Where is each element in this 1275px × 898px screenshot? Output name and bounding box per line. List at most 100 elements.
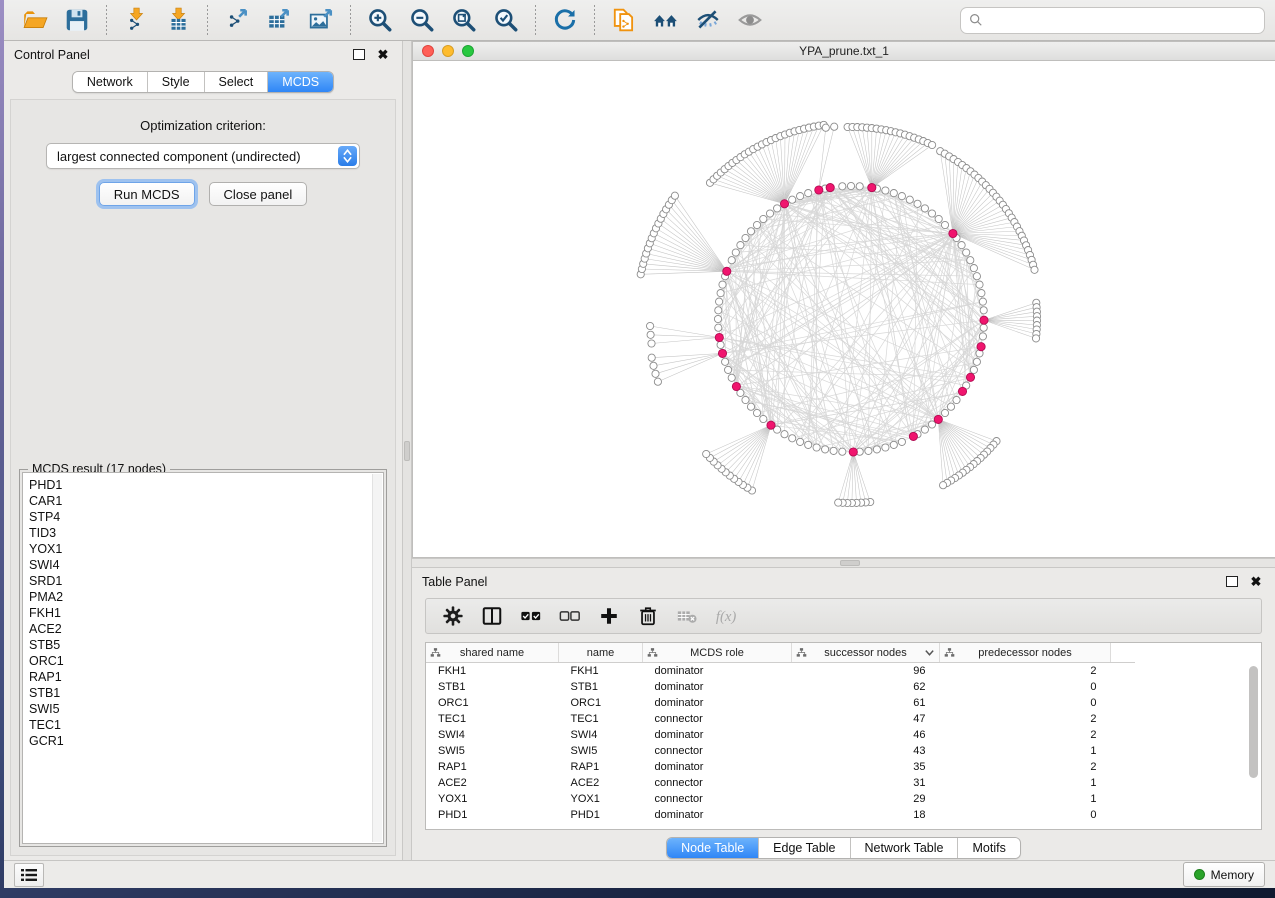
import-table-icon[interactable] xyxy=(164,6,192,34)
table-row[interactable]: TEC1TEC1connector472 xyxy=(426,711,1135,727)
column-header-predecessor-nodes[interactable]: predecessor nodes xyxy=(940,643,1111,663)
tab-motifs[interactable]: Motifs xyxy=(958,838,1019,858)
zoom-in-icon[interactable] xyxy=(366,6,394,34)
mcds-result-item[interactable]: RAP1 xyxy=(29,669,383,685)
splitter-handle[interactable] xyxy=(840,560,860,566)
close-panel-button[interactable]: ✖ xyxy=(1247,574,1265,590)
table-row[interactable]: PHD1PHD1dominator180 xyxy=(426,807,1135,823)
table-row[interactable]: ORC1ORC1dominator610 xyxy=(426,695,1135,711)
tab-network[interactable]: Network xyxy=(73,72,148,92)
toolbar-separator xyxy=(350,5,351,35)
run-mcds-button[interactable]: Run MCDS xyxy=(99,182,195,206)
duplicate-network-icon[interactable] xyxy=(610,6,638,34)
float-panel-button[interactable] xyxy=(1223,574,1241,590)
import-network-icon[interactable] xyxy=(122,6,150,34)
close-panel-button[interactable]: ✖ xyxy=(374,47,392,63)
table-panel-header: Table Panel ✖ xyxy=(412,568,1275,595)
mcds-result-item[interactable]: SWI4 xyxy=(29,557,383,573)
mcds-result-item[interactable]: SRD1 xyxy=(29,573,383,589)
table-scrollbar[interactable] xyxy=(1248,664,1259,827)
open-session-icon[interactable] xyxy=(21,6,49,34)
show-all-icon[interactable] xyxy=(736,6,764,34)
tab-network-table[interactable]: Network Table xyxy=(851,838,959,858)
search-text-field[interactable] xyxy=(989,12,1256,28)
network-view-window: YPA_prune.txt_1 xyxy=(412,41,1275,558)
dropdown-stepper-icon xyxy=(338,146,357,166)
tab-node-table[interactable]: Node Table xyxy=(667,838,759,858)
splitter-handle[interactable] xyxy=(404,441,410,461)
export-table-icon[interactable] xyxy=(265,6,293,34)
tab-edge-table[interactable]: Edge Table xyxy=(759,838,850,858)
network-graph[interactable] xyxy=(413,61,1275,557)
close-panel-action-button[interactable]: Close panel xyxy=(209,182,308,206)
add-column-icon[interactable] xyxy=(594,602,624,630)
zoom-fit-icon[interactable] xyxy=(450,6,478,34)
column-header-successor-nodes[interactable]: successor nodes xyxy=(792,643,940,663)
optimization-select[interactable]: largest connected component (undirected) xyxy=(46,143,360,169)
table-toolbar: f(x) xyxy=(425,598,1262,634)
tab-mcds[interactable]: MCDS xyxy=(268,72,333,92)
mcds-result-item[interactable]: SWI5 xyxy=(29,701,383,717)
network-window-titlebar[interactable]: YPA_prune.txt_1 xyxy=(413,42,1275,61)
tab-style[interactable]: Style xyxy=(148,72,205,92)
tree-icon xyxy=(944,647,955,658)
refresh-layout-icon[interactable] xyxy=(551,6,579,34)
network-window-title: YPA_prune.txt_1 xyxy=(413,44,1275,58)
deselect-all-rows-icon[interactable] xyxy=(555,602,585,630)
toolbar-separator xyxy=(594,5,595,35)
scrollbar-thumb[interactable] xyxy=(1249,666,1258,778)
mcds-result-item[interactable]: ACE2 xyxy=(29,621,383,637)
mcds-result-item[interactable]: CAR1 xyxy=(29,493,383,509)
tab-select[interactable]: Select xyxy=(205,72,269,92)
table-row[interactable]: SWI4SWI4dominator462 xyxy=(426,727,1135,743)
table-row[interactable]: ACE2ACE2connector311 xyxy=(426,775,1135,791)
mcds-result-item[interactable]: STB1 xyxy=(29,685,383,701)
memory-button[interactable]: Memory xyxy=(1183,862,1265,887)
export-image-icon[interactable] xyxy=(307,6,335,34)
mcds-result-item[interactable]: GCR1 xyxy=(29,733,383,749)
table-row[interactable]: FKH1FKH1dominator962 xyxy=(426,663,1135,680)
mcds-result-item[interactable]: ORC1 xyxy=(29,653,383,669)
zoom-out-icon[interactable] xyxy=(408,6,436,34)
vertical-splitter[interactable] xyxy=(402,41,412,860)
mcds-result-item[interactable]: TEC1 xyxy=(29,717,383,733)
mcds-result-item[interactable]: TID3 xyxy=(29,525,383,541)
close-icon: ✖ xyxy=(1251,575,1262,588)
mcds-result-item[interactable]: YOX1 xyxy=(29,541,383,557)
mcds-result-item[interactable]: STB5 xyxy=(29,637,383,653)
table-row[interactable]: RAP1RAP1dominator352 xyxy=(426,759,1135,775)
mcds-result-item[interactable]: FKH1 xyxy=(29,605,383,621)
hide-selected-icon[interactable] xyxy=(694,6,722,34)
delete-table-icon xyxy=(672,602,702,630)
mcds-result-item[interactable]: PHD1 xyxy=(29,477,383,493)
network-canvas[interactable] xyxy=(413,61,1275,557)
zoom-selected-icon[interactable] xyxy=(492,6,520,34)
search-icon xyxy=(969,13,983,27)
column-header-name[interactable]: name xyxy=(559,643,643,663)
table-row[interactable]: SWI5SWI5connector431 xyxy=(426,743,1135,759)
mcds-result-item[interactable]: PMA2 xyxy=(29,589,383,605)
select-all-rows-icon[interactable] xyxy=(516,602,546,630)
table-settings-icon[interactable] xyxy=(438,602,468,630)
delete-column-icon[interactable] xyxy=(633,602,663,630)
column-header-MCDS-role[interactable]: MCDS role xyxy=(643,643,792,663)
float-panel-button[interactable] xyxy=(350,47,368,63)
task-history-button[interactable] xyxy=(14,863,44,887)
first-neighbors-icon[interactable] xyxy=(652,6,680,34)
mcds-result-list[interactable]: PHD1CAR1STP4TID3YOX1SWI4SRD1PMA2FKH1ACE2… xyxy=(22,472,384,844)
cytoscape-window: Control Panel ✖ NetworkStyleSelectMCDS O… xyxy=(4,0,1275,888)
search-input[interactable] xyxy=(960,7,1265,34)
column-layout-icon[interactable] xyxy=(477,602,507,630)
column-header-shared-name[interactable]: shared name xyxy=(426,643,559,663)
save-session-icon[interactable] xyxy=(63,6,91,34)
table-tabs: Node TableEdge TableNetwork TableMotifs xyxy=(412,837,1275,859)
table-row[interactable]: YOX1YOX1connector291 xyxy=(426,791,1135,807)
mcds-list-scrollbar[interactable] xyxy=(372,474,382,842)
float-icon xyxy=(1226,576,1238,587)
table-row[interactable]: STB1STB1dominator620 xyxy=(426,679,1135,695)
horizontal-splitter[interactable] xyxy=(412,558,1275,568)
sort-down-icon xyxy=(924,647,935,658)
export-network-icon[interactable] xyxy=(223,6,251,34)
control-panel-tabs: NetworkStyleSelectMCDS xyxy=(4,71,402,93)
mcds-result-item[interactable]: STP4 xyxy=(29,509,383,525)
